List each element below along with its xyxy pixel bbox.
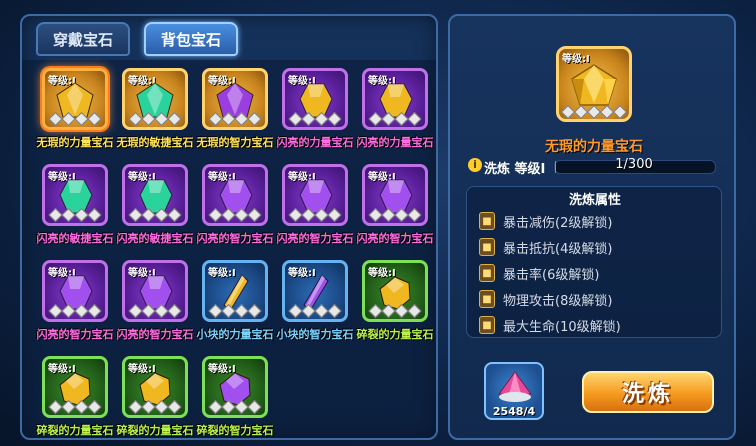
gem-name-label: 闪亮的智力宝石 [276,232,354,245]
gem-slot[interactable]: 等级:I [122,356,188,418]
info-icon[interactable]: i [468,158,482,172]
star-dots [128,303,182,319]
gem-name-label: 闪亮的智力宝石 [36,328,114,341]
gem-slot[interactable]: 等级:I [282,164,348,226]
attribute-text: 暴击抵抗(4级解锁) [503,241,613,257]
refine-attributes-title: 洗炼属性 [568,193,621,208]
star-dots [48,111,102,127]
gem-slot[interactable]: 等级:I [122,260,188,322]
selected-gem-slot: 等级:I [556,46,632,122]
gem-slot[interactable]: 等级:I [202,68,268,130]
attribute-row: ■ 最大生命(10级解锁) [479,315,709,335]
star-dots [208,399,262,415]
attribute-text: 暴击减伤(2级解锁) [503,215,613,231]
gem-name-label: 闪亮的敏捷宝石 [116,232,194,245]
gem-name-label: 无瑕的力量宝石 [36,136,114,149]
attribute-text: 最大生命(10级解锁) [503,319,621,335]
star-dots [368,111,422,127]
gem-name-label: 碎裂的力量宝石 [36,424,114,437]
gem-grid: 等级:I 无瑕的力量宝石 等级:I 无瑕的敏捷宝石 等级:I 无瑕的智力宝石 等级:I 闪亮的… [22,60,436,438]
gem-name-label: 小块的力量宝石 [196,328,274,341]
gem-slot[interactable]: 等级:I [282,260,348,322]
tab-equipped-gems[interactable]: 穿戴宝石 [36,22,130,56]
gem-slot[interactable]: 等级:I [362,164,428,226]
star-dots [48,207,102,223]
attribute-row: ■ 暴击率(6级解锁) [479,263,709,283]
star-dots [208,111,262,127]
star-dots [368,303,422,319]
gem-slot[interactable]: 等级:I [42,260,108,322]
gem-slot[interactable]: 等级:I [202,260,268,322]
star-dots [288,303,342,319]
star-dots [288,207,342,223]
gem-name-label: 碎裂的力量宝石 [356,328,434,341]
star-dots [288,111,342,127]
gem-slot[interactable]: 等级:I [362,260,428,322]
refine-level-label: 洗炼 等级I [484,162,546,177]
refine-material-slot[interactable]: 2548/4 [484,362,544,420]
gem-slot[interactable]: 等级:I [282,68,348,130]
star-dots [208,303,262,319]
refine-progress-text: 1/300 [615,157,653,172]
gem-name-label: 闪亮的力量宝石 [356,136,434,149]
star-dots [128,399,182,415]
tab-bag-gems[interactable]: 背包宝石 [144,22,238,56]
star-dots [48,303,102,319]
star-dots [128,111,182,127]
strength-gem-icon [571,63,617,106]
attribute-row: ■ 暴击减伤(2级解锁) [479,211,709,231]
gem-slot[interactable]: 等级:I [202,356,268,418]
gem-name-label: 无瑕的智力宝石 [196,136,274,149]
gem-name-label: 闪亮的智力宝石 [116,328,194,341]
refine-button[interactable]: 洗炼 [582,371,714,413]
star-dots [208,207,262,223]
attribute-row: ■ 物理攻击(8级解锁) [479,289,709,309]
star-dots [560,104,628,120]
attribute-text: 暴击率(6级解锁) [503,267,600,283]
attribute-row: ■ 暴击抵抗(4级解锁) [479,237,709,257]
gem-slot[interactable]: 等级:I [202,164,268,226]
gem-slot[interactable]: 等级:I [122,68,188,130]
gem-inventory-panel: 穿戴宝石 背包宝石 等级:I 无瑕的力量宝石 等级:I 无瑕的敏捷宝石 等级:I 无瑕的智… [20,14,438,440]
lock-icon: ■ [479,290,495,308]
gem-slot[interactable]: 等级:I [362,68,428,130]
attribute-text: 物理攻击(8级解锁) [503,293,613,309]
gem-name-label: 小块的智力宝石 [276,328,354,341]
material-count: 2548/4 [492,405,536,418]
lock-icon: ■ [479,238,495,256]
gem-name-label: 闪亮的智力宝石 [196,232,274,245]
selected-gem-name: 无瑕的力量宝石 [545,139,643,155]
gem-detail-panel: 等级:I 无瑕的力量宝石 i 洗炼 等级I 1/300 洗炼属性 ■ 暴击减伤(… [448,14,736,440]
lock-icon: ■ [479,212,495,230]
gem-name-label: 无瑕的敏捷宝石 [116,136,194,149]
gem-slot[interactable]: 等级:I [122,164,188,226]
lock-icon: ■ [479,316,495,334]
gem-name-label: 闪亮的力量宝石 [276,136,354,149]
lock-icon: ■ [479,264,495,282]
gem-screen: 穿戴宝石 背包宝石 等级:I 无瑕的力量宝石 等级:I 无瑕的敏捷宝石 等级:I 无瑕的智… [0,0,756,446]
star-dots [48,399,102,415]
gem-slot[interactable]: 等级:I [42,68,108,130]
star-dots [128,207,182,223]
gem-slot[interactable]: 等级:I [42,356,108,418]
refine-attributes-box: 洗炼属性 ■ 暴击减伤(2级解锁) ■ 暴击抵抗(4级解锁) ■ 暴击率(6级解… [466,186,722,338]
star-dots [368,207,422,223]
gem-name-label: 闪亮的智力宝石 [356,232,434,245]
gem-name-label: 闪亮的敏捷宝石 [36,232,114,245]
gem-slot[interactable]: 等级:I [42,164,108,226]
refine-stone-icon [498,371,532,402]
gem-name-label: 碎裂的智力宝石 [196,424,274,437]
gem-name-label: 碎裂的力量宝石 [116,424,194,437]
